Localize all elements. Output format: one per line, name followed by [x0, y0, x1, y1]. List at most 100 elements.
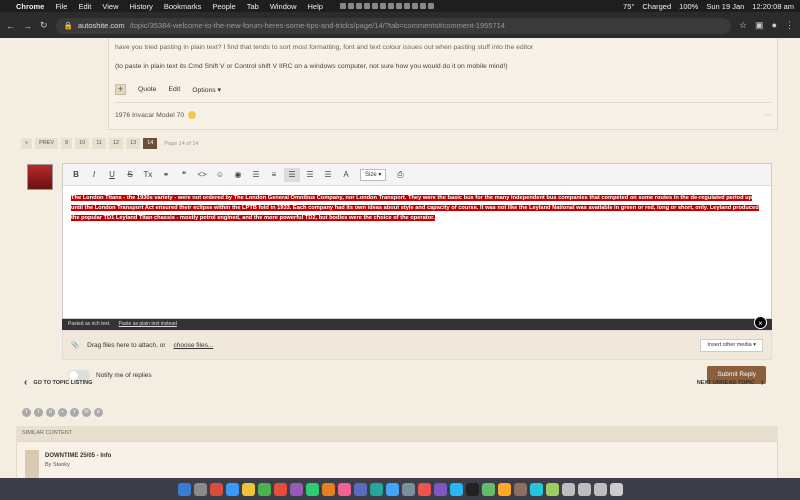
app-icon-7[interactable]: [529, 482, 543, 496]
font-size-select[interactable]: Size ▾: [360, 168, 387, 181]
system-preferences-icon[interactable]: [401, 482, 415, 496]
app-icon-3[interactable]: [449, 482, 463, 496]
similar-item-title[interactable]: DOWNTIME 25/05 - Info: [45, 453, 111, 459]
pinterest-icon[interactable]: p: [94, 408, 103, 417]
time[interactable]: 12:20:08 am: [752, 2, 794, 11]
menu-people[interactable]: People: [212, 2, 235, 11]
bold-icon[interactable]: B: [68, 168, 84, 182]
react-plus-button[interactable]: +: [115, 84, 126, 95]
align-center-icon[interactable]: ☰: [302, 168, 318, 182]
forward-icon[interactable]: →: [23, 21, 32, 31]
spoiler-icon[interactable]: ◉: [230, 168, 246, 182]
app-icon-8[interactable]: [545, 482, 559, 496]
attachment-bar[interactable]: 📎 Drag files here to attach, or choose f…: [62, 330, 772, 360]
downloads-icon[interactable]: [561, 482, 575, 496]
facetime-icon[interactable]: [305, 482, 319, 496]
page-10[interactable]: 10: [75, 138, 90, 149]
extension-icon[interactable]: ▣: [755, 20, 764, 31]
terminal-icon[interactable]: [465, 482, 479, 496]
close-notice-icon[interactable]: ×: [754, 316, 767, 329]
align-left-icon[interactable]: ☰: [284, 167, 300, 182]
similar-item-author[interactable]: By Stanky: [45, 462, 70, 468]
reply-editor[interactable]: B I U S Tx ⚭ ❝ <> ☺ ◉ ☰ ≡ ☰ ☰ ☰ A Size ▾…: [62, 163, 772, 319]
back-icon[interactable]: ←: [6, 21, 15, 31]
numbered-list-icon[interactable]: ≡: [266, 168, 282, 182]
profile-icon[interactable]: ●: [772, 20, 777, 31]
screenshot-icon[interactable]: [593, 482, 607, 496]
address-bar[interactable]: 🔒 autoshite.com/topic/35384-welcome-to-t…: [55, 17, 731, 34]
books-icon[interactable]: [321, 482, 335, 496]
menu-bookmarks[interactable]: Bookmarks: [164, 2, 202, 11]
quote-button[interactable]: Quote: [138, 86, 157, 93]
podcasts-icon[interactable]: [353, 482, 367, 496]
bookmark-star-icon[interactable]: ☆: [739, 20, 747, 31]
menu-history[interactable]: History: [130, 2, 153, 11]
paste-plain-link[interactable]: Paste as plain text instead: [119, 319, 177, 330]
prev-page-button[interactable]: PREV: [35, 138, 59, 149]
menu-file[interactable]: File: [55, 2, 67, 11]
trash-icon[interactable]: [609, 482, 623, 496]
page-14[interactable]: 14: [143, 138, 158, 149]
facebook-icon[interactable]: f: [34, 408, 43, 417]
reddit-icon[interactable]: r: [70, 408, 79, 417]
preview-icon[interactable]: ⎙: [392, 168, 408, 182]
app-icon-6[interactable]: [513, 482, 527, 496]
battery-status[interactable]: Charged: [642, 2, 671, 11]
similar-thumb[interactable]: [25, 450, 39, 478]
page-11[interactable]: 11: [92, 138, 106, 149]
insert-media-button[interactable]: Insert other media ▾: [700, 338, 763, 352]
reload-icon[interactable]: ↻: [40, 20, 48, 31]
page-12[interactable]: 12: [108, 138, 124, 149]
options-button[interactable]: Options ▾: [192, 86, 221, 94]
menu-window[interactable]: Window: [270, 2, 297, 11]
menu-app[interactable]: Chrome: [16, 2, 44, 11]
clear-format-icon[interactable]: Tx: [140, 168, 156, 182]
font-color-icon[interactable]: A: [338, 168, 354, 182]
app-store-icon[interactable]: [385, 482, 399, 496]
page-9[interactable]: 9: [61, 138, 73, 149]
link-icon[interactable]: ⚭: [158, 168, 174, 182]
app-icon-2[interactable]: [433, 482, 447, 496]
align-right-icon[interactable]: ☰: [320, 168, 336, 182]
finder-icon[interactable]: [177, 482, 191, 496]
page-info[interactable]: Page 14 of 14: [164, 141, 198, 147]
menu-view[interactable]: View: [102, 2, 118, 11]
app-icon-1[interactable]: [417, 482, 431, 496]
avatar[interactable]: [27, 164, 53, 190]
menu-help[interactable]: Help: [308, 2, 323, 11]
calendar-icon[interactable]: [273, 482, 287, 496]
documents-icon[interactable]: [577, 482, 591, 496]
menu-kebab-icon[interactable]: ⋮: [785, 20, 794, 31]
next-unread-topic[interactable]: NEXT UNREAD TOPIC ›: [697, 377, 764, 388]
editor-content[interactable]: The London Titans - the 1930s variety - …: [71, 195, 759, 221]
notes-icon[interactable]: [241, 482, 255, 496]
digg-icon[interactable]: d: [46, 408, 55, 417]
delicious-icon[interactable]: ▪: [58, 408, 67, 417]
prev-page-icon[interactable]: «: [21, 138, 33, 149]
twitter-icon[interactable]: t: [22, 408, 31, 417]
code-icon[interactable]: <>: [194, 168, 210, 182]
app-icon-5[interactable]: [497, 482, 511, 496]
emoji-icon[interactable]: ☺: [212, 168, 228, 182]
menu-edit[interactable]: Edit: [78, 2, 91, 11]
email-icon[interactable]: ✉: [82, 408, 91, 417]
tv-icon[interactable]: [369, 482, 383, 496]
italic-icon[interactable]: I: [86, 168, 102, 182]
music-icon[interactable]: [337, 482, 351, 496]
edit-button[interactable]: Edit: [169, 86, 181, 93]
underline-icon[interactable]: U: [104, 168, 120, 182]
post-menu-icon[interactable]: ⋯: [765, 112, 771, 119]
strikethrough-icon[interactable]: S: [122, 168, 138, 182]
app-icon-4[interactable]: [481, 482, 495, 496]
choose-files-link[interactable]: choose files...: [174, 342, 214, 349]
date[interactable]: Sun 19 Jan: [706, 2, 744, 11]
safari-icon[interactable]: [225, 482, 239, 496]
messages-icon[interactable]: [257, 482, 271, 496]
bullet-list-icon[interactable]: ☰: [248, 168, 264, 182]
page-13[interactable]: 13: [126, 138, 141, 149]
launchpad-icon[interactable]: [193, 482, 207, 496]
quote-icon[interactable]: ❝: [176, 168, 192, 182]
menu-tab[interactable]: Tab: [247, 2, 259, 11]
go-to-topic-listing[interactable]: ‹ GO TO TOPIC LISTING: [24, 377, 92, 388]
photos-icon[interactable]: [289, 482, 303, 496]
